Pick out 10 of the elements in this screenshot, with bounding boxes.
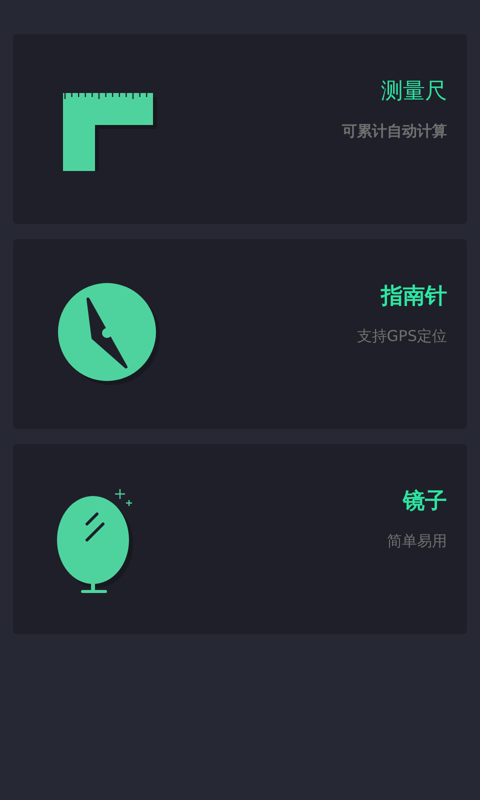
card-title: 指南针 xyxy=(381,283,447,311)
card-subtitle: 支持GPS定位 xyxy=(356,327,447,346)
tool-card[interactable]: 指南针 支持GPS定位 xyxy=(13,239,467,429)
card-title: 测量尺 xyxy=(381,78,447,106)
card-subtitle: 可累计自动计算 xyxy=(342,122,447,141)
tool-card[interactable]: 测量尺 可累计自动计算 xyxy=(13,34,467,224)
card-title: 镜子 xyxy=(403,488,447,516)
card-subtitle: 简单易用 xyxy=(387,532,447,551)
compass-icon xyxy=(57,282,161,386)
tool-card[interactable]: 镜子 简单易用 xyxy=(13,444,467,634)
